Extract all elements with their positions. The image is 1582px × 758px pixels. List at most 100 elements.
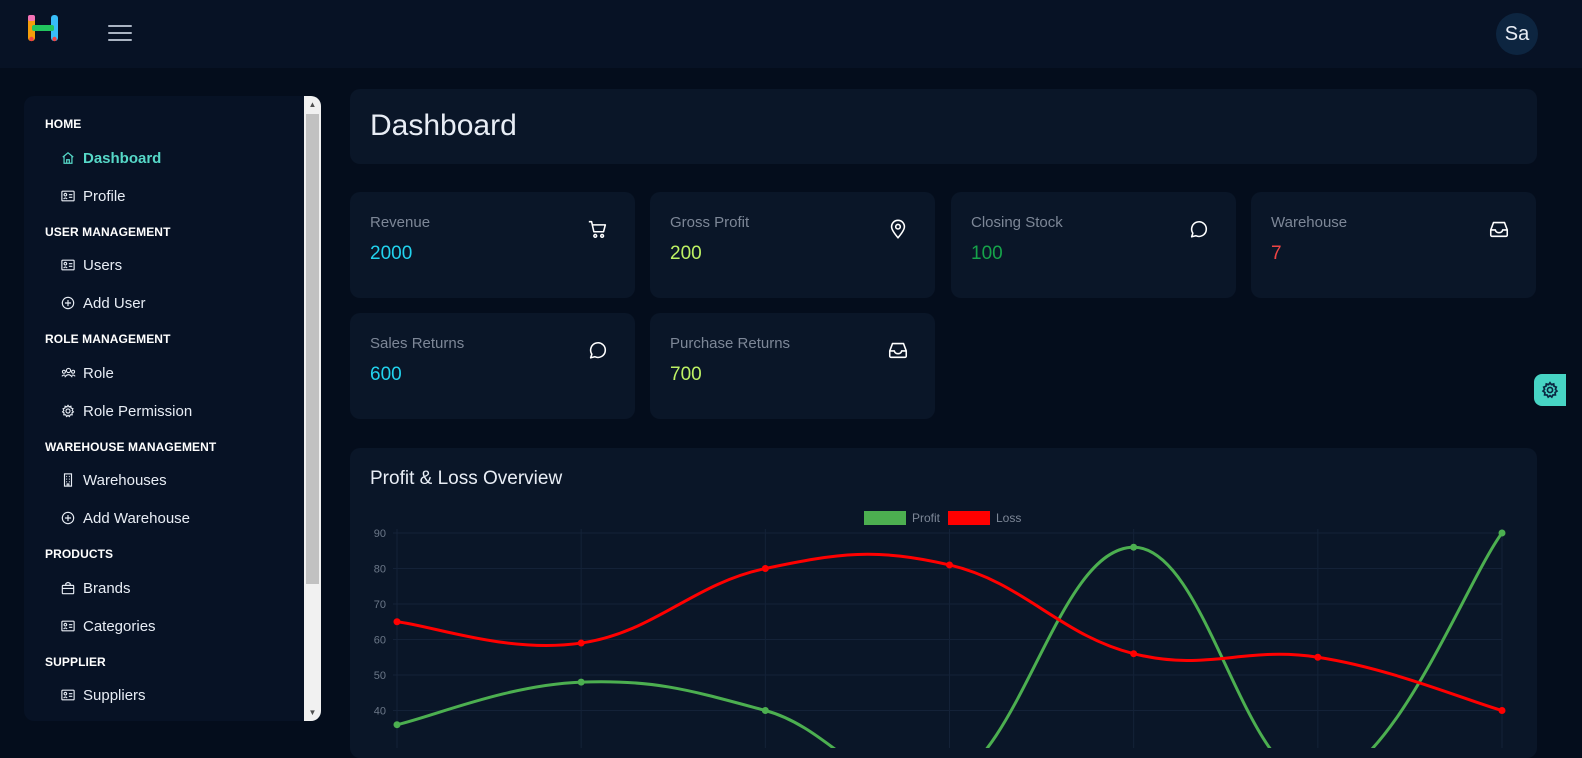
sidebar-item-label: Categories [83,617,156,635]
data-point-loss [761,565,769,572]
sidebar-item-dashboard[interactable]: Dashboard [60,146,290,170]
y-tick-label: 70 [374,599,386,611]
y-tick-label: 60 [374,635,386,647]
gear-icon [1541,381,1559,399]
stat-label: Revenue [370,214,431,231]
y-tick-label: 40 [374,706,386,718]
sidebar-item-users[interactable]: Users [60,253,290,277]
app-logo[interactable] [26,12,60,44]
data-point-profit [393,721,401,729]
stat-value: 2000 [370,243,413,264]
data-point-loss [393,618,401,626]
sidebar-item-role[interactable]: Role [60,361,290,385]
sidebar: HOME Dashboard Profile USER MANAGEMENT U… [24,96,321,721]
stat-value: 200 [670,243,702,264]
plus-circle-icon [60,295,76,311]
legend-label: Loss [996,511,1021,525]
stat-card-gross-profit: Gross Profit 200 [650,192,935,298]
sidebar-section-role-management: ROLE MANAGEMENT [45,332,171,346]
sidebar-section-products: PRODUCTS [45,547,114,561]
data-point-loss [1130,650,1138,658]
id-card-icon [60,618,76,634]
sidebar-item-suppliers[interactable]: Suppliers [60,683,290,707]
stat-label: Closing Stock [971,214,1063,231]
data-point-loss [1314,653,1322,661]
plus-circle-icon [60,510,76,526]
sidebar-item-label: Users [83,256,123,274]
bag-icon [60,580,76,596]
location-pin-icon[interactable] [887,218,909,240]
sidebar-item-label: Add User [83,294,146,312]
stat-label: Warehouse [1271,214,1348,231]
gear-icon [60,403,76,419]
stat-card-purchase-returns: Purchase Returns 700 [650,313,935,419]
sidebar-item-profile[interactable]: Profile [60,184,290,208]
stat-card-closing-stock: Closing Stock 100 [951,192,1236,298]
sidebar-item-warehouses[interactable]: Warehouses [60,468,290,492]
stat-card-sales-returns: Sales Returns 600 [350,313,635,419]
data-point-loss [946,561,953,569]
stat-card-revenue: Revenue 2000 [350,192,635,298]
sidebar-section-home: HOME [45,117,82,131]
sidebar-nav: HOME Dashboard Profile USER MANAGEMENT U… [24,96,304,721]
data-point-profit [1498,529,1506,537]
sidebar-item-label: Brands [83,579,131,597]
inbox-icon[interactable] [887,339,909,361]
stat-value: 7 [1271,243,1282,264]
id-card-icon [60,188,76,204]
sidebar-item-label: Suppliers [83,686,146,704]
cart-icon[interactable] [587,218,609,240]
building-icon [60,472,76,488]
id-card-icon [60,687,76,703]
chat-bubble-icon[interactable] [587,339,609,361]
page-header-card: Dashboard [350,89,1537,164]
inbox-icon[interactable] [1488,218,1510,240]
sidebar-section-warehouse-management: WAREHOUSE MANAGEMENT [45,440,217,454]
sidebar-item-categories[interactable]: Categories [60,614,290,638]
data-point-profit [761,707,769,714]
id-card-icon [60,257,76,273]
stat-value: 600 [370,364,402,385]
top-bar: Sa [0,0,1582,68]
stat-label: Sales Returns [370,335,465,352]
stat-label: Purchase Returns [670,335,791,352]
y-tick-label: 80 [374,564,386,576]
sidebar-item-role-permission[interactable]: Role Permission [60,399,290,423]
scroll-down-arrow-icon[interactable]: ▼ [304,705,321,719]
sidebar-scrollbar[interactable]: ▲ ▼ [304,96,321,721]
sidebar-item-add-user[interactable]: Add User [60,291,290,315]
legend-swatch [864,511,906,525]
sidebar-item-label: Profile [83,187,126,205]
data-point-profit [1130,543,1138,551]
sidebar-section-supplier: SUPPLIER [45,655,106,669]
stat-value: 100 [971,243,1003,264]
people-icon [60,365,76,381]
sidebar-item-label: Add Warehouse [83,509,191,527]
data-point-loss [577,639,585,647]
scroll-up-arrow-icon[interactable]: ▲ [304,97,321,111]
stat-label: Gross Profit [670,214,750,231]
y-tick-label: 90 [374,528,386,540]
avatar[interactable]: Sa [1496,13,1538,55]
sidebar-item-label: Warehouses [83,471,167,489]
sidebar-item-brands[interactable]: Brands [60,576,290,600]
stat-card-warehouse: Warehouse 7 [1251,192,1536,298]
sidebar-item-add-warehouse[interactable]: Add Warehouse [60,506,290,530]
page-title: Dashboard [370,109,517,142]
sidebar-item-label: Role Permission [83,402,193,420]
legend-label: Profit [912,511,941,525]
sidebar-item-label: Role [83,364,114,382]
settings-toggle-button[interactable] [1534,374,1566,406]
hamburger-icon[interactable] [108,25,132,43]
sidebar-item-label: Dashboard [83,149,162,167]
stat-value: 700 [670,364,702,385]
data-point-profit [577,678,585,686]
home-icon [60,150,76,166]
y-tick-label: 50 [374,670,386,682]
data-point-loss [1498,707,1506,714]
profit-loss-chart: 40 50 60 70 80 90 Profit Loss [374,511,1506,748]
scrollbar-thumb[interactable] [306,114,319,584]
profit-loss-chart-card: Profit & Loss Overview 40 50 60 70 80 90 Profi… [350,448,1537,758]
legend-swatch [948,511,990,525]
chat-bubble-icon[interactable] [1188,218,1210,240]
